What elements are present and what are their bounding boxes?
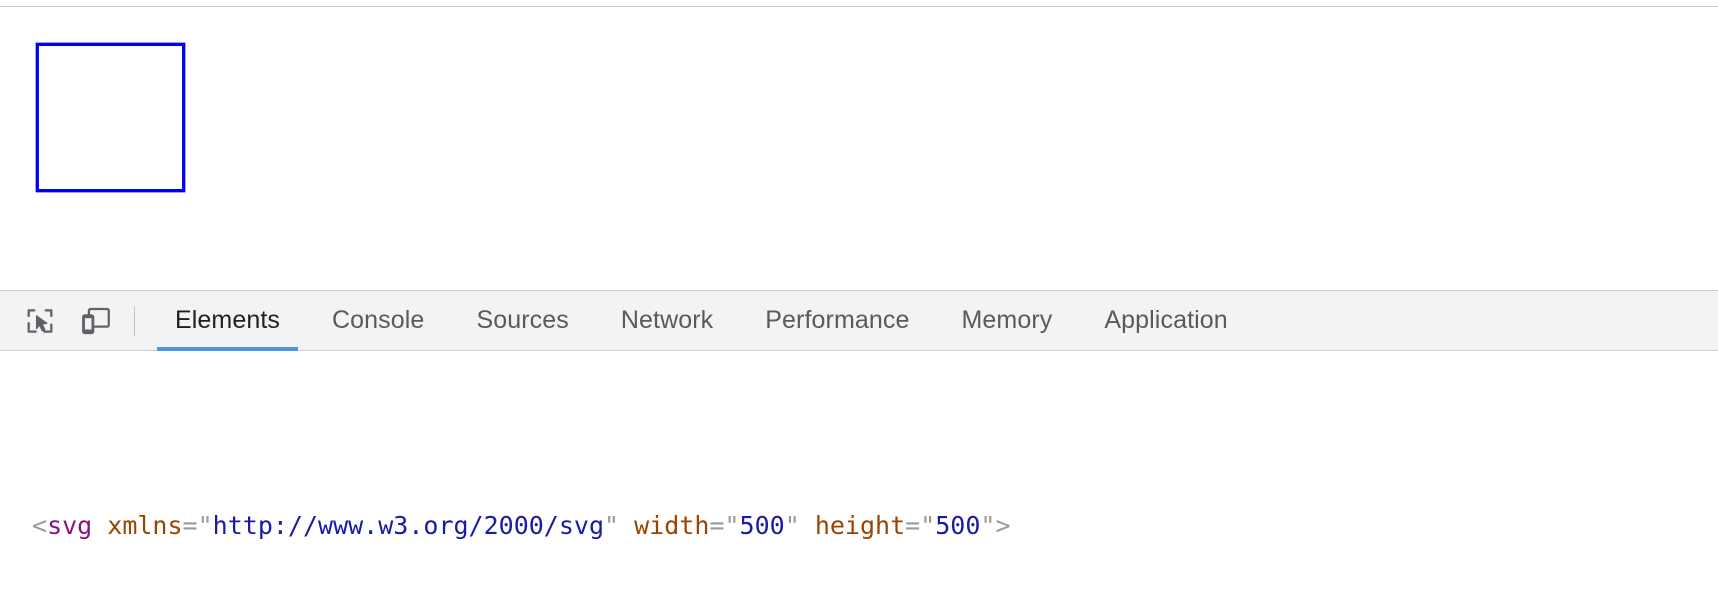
attr-xmlns-eq: = [182,511,198,540]
tab-network[interactable]: Network [595,291,739,350]
tab-application[interactable]: Application [1078,291,1253,350]
tab-console[interactable]: Console [306,291,450,350]
attr-height-name: height [814,511,906,540]
tag-name: svg [47,511,93,540]
attr-width-value: 500 [739,511,785,540]
tab-performance[interactable]: Performance [739,291,935,350]
tab-sources[interactable]: Sources [450,291,594,350]
quote: " [197,511,213,540]
page-top-rule [0,6,1718,7]
dom-line-svg-open[interactable]: <svg xmlns="http://www.w3.org/2000/svg" … [0,503,1718,549]
tab-memory-label: Memory [961,306,1053,334]
blue-square-path [35,42,186,193]
tab-sources-label: Sources [476,306,569,334]
quote: " [724,511,740,540]
tab-memory[interactable]: Memory [935,291,1078,350]
attr-xmlns-name: xmlns [107,511,183,540]
bracket-close: > [995,511,1011,540]
tab-performance-label: Performance [765,306,910,334]
device-toolbar-icon [79,304,113,338]
tab-elements[interactable]: Elements [149,291,306,351]
devtools-toolbar: Elements Console Sources Network Perform… [0,291,1718,351]
devtools-panel: Elements Console Sources Network Perform… [0,290,1718,590]
inspect-cursor-icon [23,304,57,338]
devtools-tab-bar: Elements Console Sources Network Perform… [149,291,1254,351]
toolbar-divider [134,305,135,336]
device-toolbar-button[interactable] [68,291,124,350]
page-viewport [0,0,1718,290]
tab-application-label: Application [1104,306,1228,334]
quote: " [920,511,936,540]
inspect-element-button[interactable] [12,291,68,350]
rendered-svg [19,26,519,276]
bracket-open: < [32,511,48,540]
attr-xmlns-value: http://www.w3.org/2000/svg [212,511,605,540]
tab-elements-label: Elements [175,306,281,334]
attr-height-value: 500 [935,511,981,540]
attr-width-name: width [634,511,710,540]
quote: " [604,511,620,540]
attr-width-eq: = [709,511,725,540]
attr-height-eq: = [905,511,921,540]
tab-network-label: Network [620,306,714,334]
quote: " [980,511,996,540]
tab-console-label: Console [332,306,425,334]
elements-dom-tree[interactable]: <svg xmlns="http://www.w3.org/2000/svg" … [0,351,1718,590]
quote: " [784,511,800,540]
devtools-window: Elements Console Sources Network Perform… [0,0,1718,590]
